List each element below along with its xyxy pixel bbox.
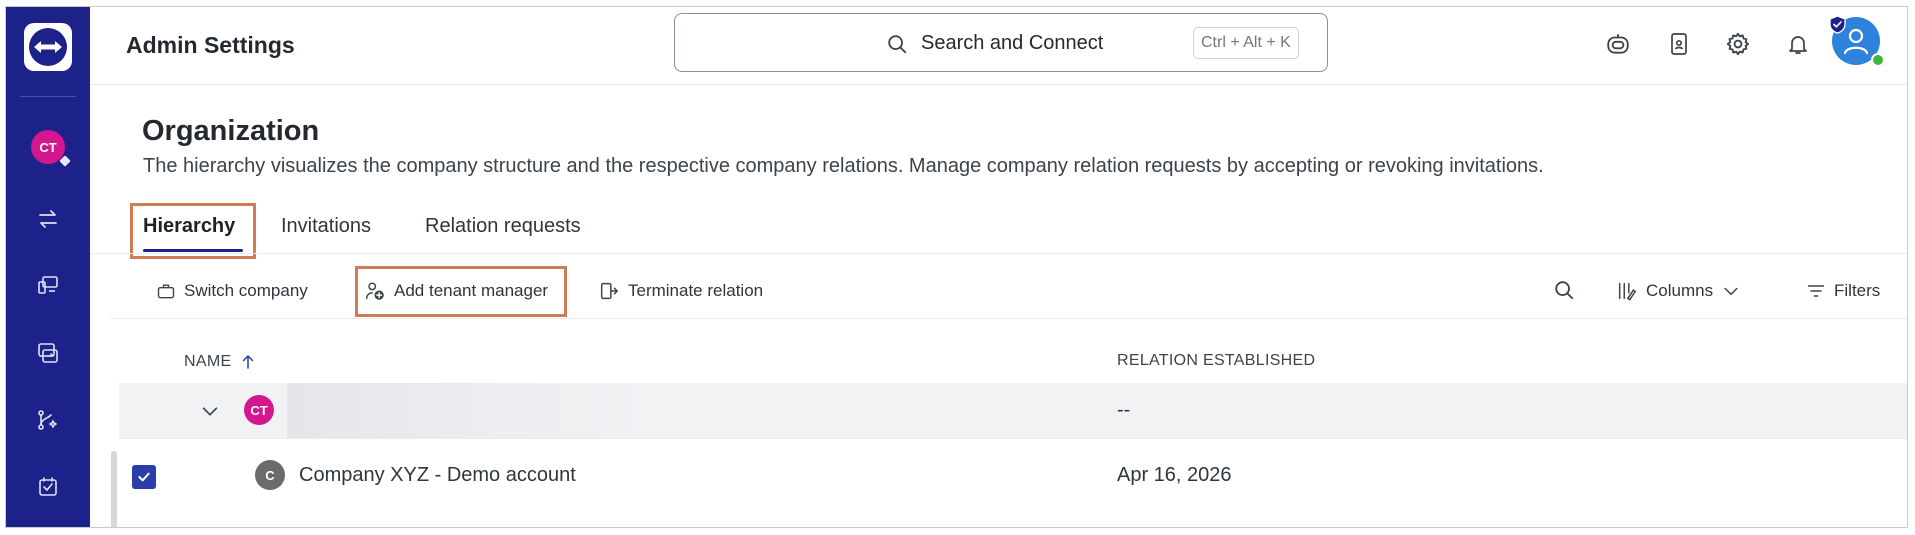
columns-icon [1618,282,1637,301]
switch-company-button[interactable]: Switch company [156,278,308,304]
tab-invitations[interactable]: Invitations [281,215,371,238]
online-status-indicator [1871,53,1885,67]
search-label: Search and Connect [921,32,1104,54]
contact-card-icon[interactable] [1662,27,1696,61]
relation-established-cell: -- [1117,399,1131,421]
columns-button[interactable]: Columns [1616,278,1749,304]
switch-company-label: Switch company [184,281,308,300]
tab-relation-requests[interactable]: Relation requests [425,215,581,238]
filters-label: Filters [1834,281,1881,300]
app-title: Admin Settings [126,32,295,58]
exit-icon [600,282,618,300]
sidebar: CT [6,7,90,527]
tabs-divider [90,253,1907,254]
scrollbar[interactable] [111,451,117,527]
row-divider [119,438,1907,439]
gear-icon[interactable] [1721,27,1755,61]
row-checkbox[interactable] [132,465,156,489]
terminate-relation-label: Terminate relation [628,281,764,300]
terminate-relation-button[interactable]: Terminate relation [598,278,763,304]
assistant-bot-icon[interactable] [1601,27,1635,61]
bell-icon[interactable] [1781,27,1815,61]
column-header-relation-established[interactable]: RELATION ESTABLISHED [1117,352,1315,370]
remote-session-icon[interactable] [32,337,64,369]
page-description: The hierarchy visualizes the company str… [143,155,1544,177]
add-user-icon [366,282,384,300]
active-tab-indicator [143,249,243,252]
table-search-icon[interactable] [1553,279,1575,306]
add-tenant-manager-label: Add tenant manager [394,281,549,300]
add-tenant-manager-button[interactable]: Add tenant manager [364,278,548,304]
columns-label: Columns [1646,281,1714,300]
briefcase-icon [157,284,175,299]
table-row[interactable]: CT -- [119,383,1907,438]
search-shortcut-hint: Ctrl + Alt + K [1193,27,1299,59]
chevron-down-icon[interactable] [199,400,221,427]
page-title: Organization [142,115,320,147]
filters-button[interactable]: Filters [1806,278,1880,304]
relation-established-cell: Apr 16, 2026 [1117,464,1232,486]
tab-hierarchy[interactable]: Hierarchy [143,215,235,238]
search-icon [886,33,908,60]
task-check-icon[interactable] [32,471,64,503]
arrows-transfer-icon[interactable] [32,203,64,235]
ai-workflow-icon[interactable] [32,404,64,436]
column-header-name[interactable]: NAME [184,352,257,372]
shield-icon [1829,15,1846,34]
app-window: CT Admin Settings Search and Connect Ctr… [5,6,1908,528]
filter-icon [1807,285,1825,297]
sort-ascending-icon [243,354,254,369]
check-icon [138,472,150,482]
top-header: Admin Settings Search and Connect Ctrl +… [90,7,1907,85]
chevron-down-icon [1724,287,1738,296]
column-header-name-label: NAME [184,353,232,370]
app-logo[interactable] [24,23,72,71]
company-avatar: C [255,460,285,490]
search-and-connect-button[interactable]: Search and Connect Ctrl + Alt + K [674,13,1328,72]
devices-icon[interactable] [32,269,64,301]
toolbar-divider [110,318,1907,319]
teamviewer-logo-icon [29,28,67,66]
company-name-cell[interactable]: Company XYZ - Demo account [299,464,576,487]
sidebar-divider [20,96,76,97]
redacted-company-name [287,383,657,438]
company-avatar: CT [244,395,274,425]
